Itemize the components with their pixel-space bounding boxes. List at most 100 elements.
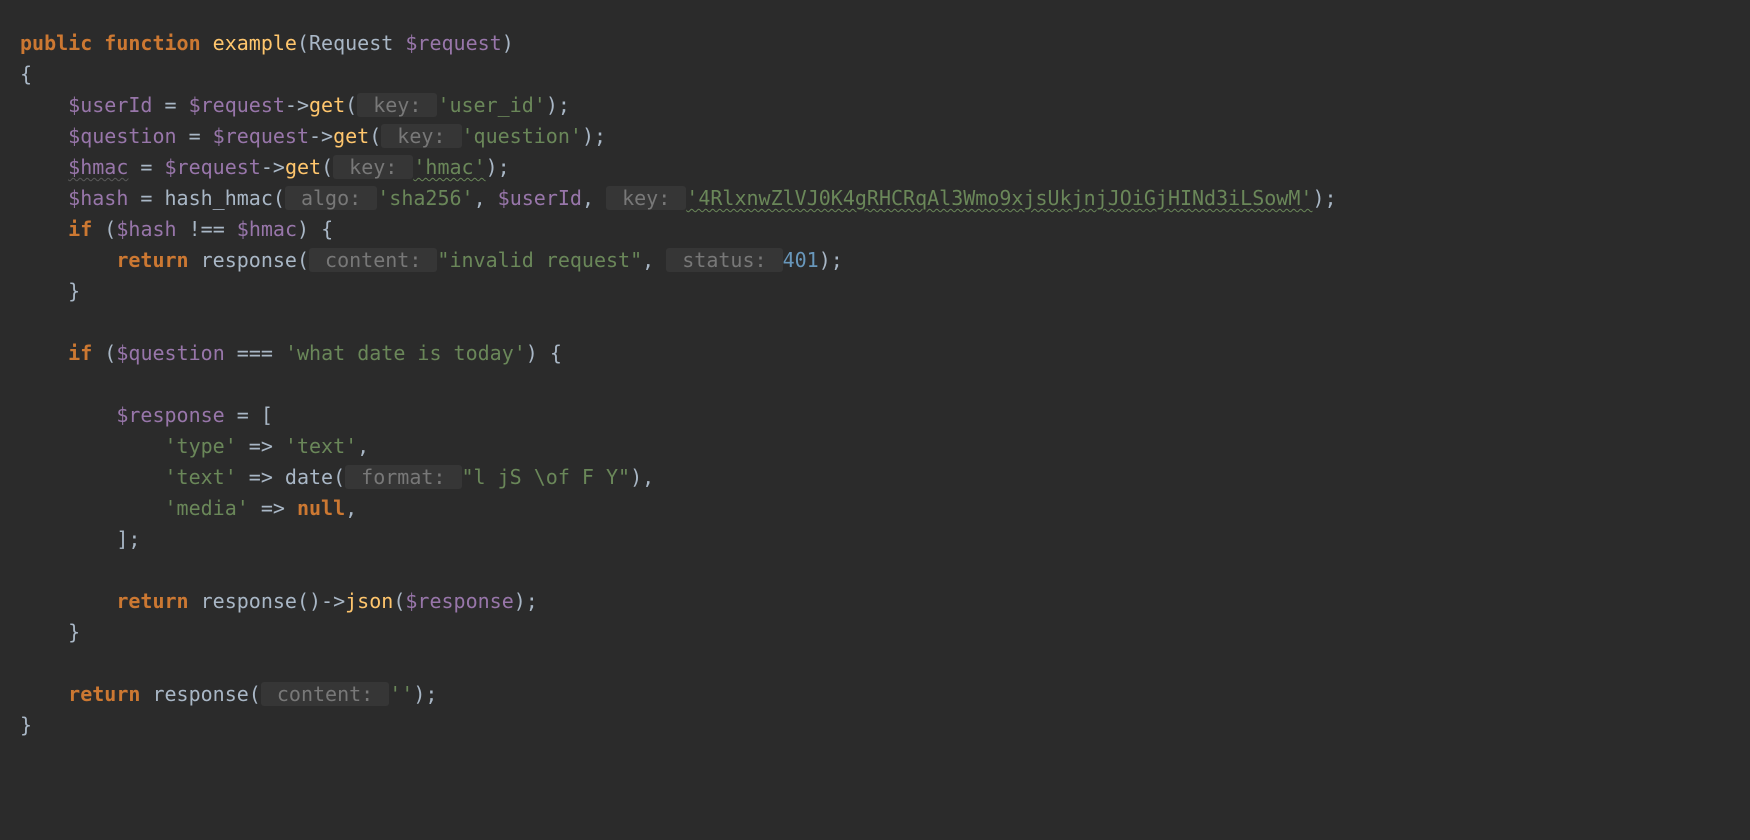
assign: = (152, 93, 188, 117)
string-literal: 'what date is today' (285, 341, 526, 365)
keyword-if: if (68, 341, 92, 365)
lparen: ( (249, 682, 261, 706)
param-type: Request (309, 31, 393, 55)
line-end: ); (514, 589, 538, 613)
array-key: 'media' (165, 496, 249, 520)
lparen: ( (273, 186, 285, 210)
param-hint: key: (606, 186, 686, 210)
code-line: $hmac = $request->get( key: 'hmac'); (20, 155, 510, 179)
code-line: $question = $request->get( key: 'questio… (20, 124, 606, 148)
fn-hash-hmac: hash_hmac (165, 186, 273, 210)
code-line: if ($hash !== $hmac) { (20, 217, 333, 241)
fat-arrow: => (237, 434, 285, 458)
var-hmac: $hmac (237, 217, 297, 241)
indent (20, 527, 116, 551)
keyword-return: return (116, 589, 188, 613)
parens: () (297, 589, 321, 613)
param-hint: key: (381, 124, 461, 148)
lparen: ( (92, 341, 116, 365)
var-hash: $hash (68, 186, 128, 210)
null-literal: null (297, 496, 345, 520)
method-get: get (309, 93, 345, 117)
code-line: } (20, 713, 32, 737)
var-response: $response (116, 403, 224, 427)
code-line: } (20, 620, 80, 644)
lparen: ( (321, 155, 333, 179)
string-literal: '4RlxnwZlVJ0K4gRHCRqAl3Wmo9xjsUkjnjJOiGj… (686, 186, 1312, 210)
param-var: $request (405, 31, 501, 55)
indent (20, 496, 165, 520)
string-literal: "l jS \of F Y" (462, 465, 631, 489)
var-question: $question (116, 341, 224, 365)
var-hmac: $hmac (68, 155, 128, 179)
code-line: 'text' => date( format: "l jS \of F Y"), (20, 465, 654, 489)
lparen: ( (297, 31, 309, 55)
param-hint: content: (261, 682, 389, 706)
indent (20, 124, 68, 148)
code-line: ]; (20, 527, 140, 551)
comma: , (642, 248, 666, 272)
code-editor[interactable]: public function example(Request $request… (0, 0, 1750, 741)
rparen-brace: ) { (297, 217, 333, 241)
rparen: ) (502, 31, 514, 55)
var-response: $response (405, 589, 513, 613)
arrow: -> (321, 589, 345, 613)
indent (20, 217, 68, 241)
method-json: json (345, 589, 393, 613)
line-end: ); (1312, 186, 1336, 210)
comma: , (582, 186, 606, 210)
rparen-brace: ) { (526, 341, 562, 365)
lparen: ( (393, 589, 405, 613)
code-line: return response( content: ''); (20, 682, 437, 706)
indent (20, 155, 68, 179)
indent (20, 620, 68, 644)
var-userId: $userId (68, 93, 152, 117)
code-line: 'type' => 'text', (20, 434, 369, 458)
indent (20, 403, 116, 427)
keyword-return: return (68, 682, 140, 706)
open-brace: { (20, 62, 32, 86)
code-line: public function example(Request $request… (20, 31, 514, 55)
indent (20, 589, 116, 613)
arrow: -> (261, 155, 285, 179)
var-request: $request (213, 124, 309, 148)
arrow: -> (285, 93, 309, 117)
assign: = (128, 155, 164, 179)
method-get: get (285, 155, 321, 179)
var-question: $question (68, 124, 176, 148)
indent (20, 93, 68, 117)
arrow: -> (309, 124, 333, 148)
fn-date: date (285, 465, 333, 489)
param-hint: status: (666, 248, 782, 272)
lparen: ( (297, 248, 309, 272)
indent (20, 279, 68, 303)
close-brace: } (20, 713, 32, 737)
array-close: ]; (116, 527, 140, 551)
code-line: $userId = $request->get( key: 'user_id')… (20, 93, 570, 117)
assign-array: = [ (225, 403, 273, 427)
fn-response: response (201, 589, 297, 613)
assign: = (177, 124, 213, 148)
code-line: } (20, 279, 80, 303)
line-end: ); (582, 124, 606, 148)
var-hash: $hash (116, 217, 176, 241)
function-name: example (213, 31, 297, 55)
line-end: ); (819, 248, 843, 272)
comma: , (474, 186, 498, 210)
indent (20, 248, 116, 272)
code-line: $response = [ (20, 403, 273, 427)
lparen: ( (92, 217, 116, 241)
param-hint: content: (309, 248, 437, 272)
fn-response: response (152, 682, 248, 706)
operator: !== (177, 217, 237, 241)
string-literal: 'text' (285, 434, 357, 458)
param-hint: algo: (285, 186, 377, 210)
space (189, 248, 201, 272)
close-brace: } (68, 620, 80, 644)
string-literal: '' (389, 682, 413, 706)
operator: === (225, 341, 285, 365)
line-end: ); (546, 93, 570, 117)
lparen: ( (333, 465, 345, 489)
comma: , (345, 496, 357, 520)
var-request: $request (189, 93, 285, 117)
